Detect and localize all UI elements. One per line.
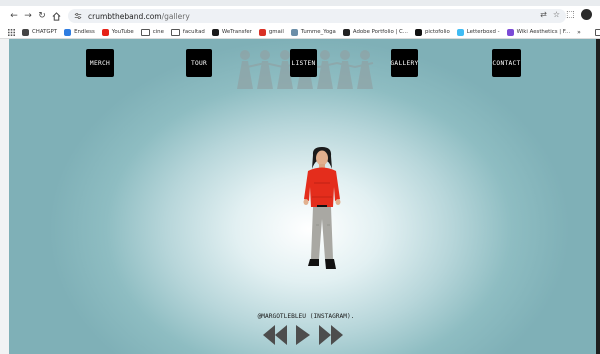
bookmark-label: WeTransfer [221, 29, 252, 35]
bookmark-label: facultad [182, 29, 205, 35]
play-button[interactable] [296, 324, 310, 346]
bookmark-adobe-portfolio-c[interactable]: Adobe Portfolio | C... [342, 28, 408, 36]
next-button[interactable] [319, 324, 343, 346]
chatgpt-icon [22, 28, 29, 36]
bookmark-label: Tumme_Yoga [300, 29, 336, 35]
site-info-button[interactable] [72, 10, 84, 22]
back-button[interactable]: ← [8, 9, 20, 23]
reload-button[interactable]: ↻ [36, 9, 48, 23]
apps-icon[interactable] [8, 28, 15, 36]
url-text: crumbtheband.com/gallery [88, 12, 190, 21]
nav-gallery[interactable]: GALLERY [390, 49, 418, 77]
bookmark-tumme-yoga[interactable]: Tumme_Yoga [290, 28, 336, 36]
bookmark-label: cine [152, 29, 164, 35]
bookmark-label: Adobe Portfolio | C... [352, 29, 408, 35]
fast-forward-icon [319, 325, 343, 345]
bookmark-youtube[interactable]: YouTube [101, 28, 134, 36]
bookmark-label: Wiki Aesthetics | F... [516, 29, 571, 35]
bookmark-label: Endless [74, 29, 95, 35]
bookmark-label: CHATGPT [32, 29, 58, 35]
bookmark-pictofolio[interactable]: pictofolio [414, 28, 450, 36]
page-left-edge [0, 39, 9, 354]
youtube-icon [101, 28, 109, 36]
profile-avatar[interactable] [580, 9, 592, 20]
nav-merch[interactable]: MERCH [86, 49, 114, 77]
bookmark-label: Letterboxd - [466, 29, 500, 35]
wetransfer-icon [211, 28, 219, 36]
play-icon [296, 325, 310, 345]
bookmark-label: gmail [268, 29, 284, 35]
nav-listen[interactable]: LISTEN [290, 49, 317, 77]
address-bar[interactable]: crumbtheband.com/gallery ⇄ ☆ [68, 9, 566, 23]
tumme-yoga-icon [290, 28, 298, 36]
gmail-icon [258, 28, 266, 36]
adobe-portfolio-icon [342, 28, 350, 36]
reload-icon: ↻ [38, 11, 46, 21]
photo-credit: @MARGOTLEBLEU (INSTAGRAM). [257, 313, 355, 320]
wiki-aesthetics-icon [506, 28, 514, 36]
translate-icon[interactable]: ⇄ [540, 10, 547, 19]
bookmark-label: YouTube [111, 29, 134, 35]
folder-icon [594, 28, 600, 36]
url-host: crumbtheband.com [88, 11, 162, 21]
arrow-right-icon: → [24, 11, 32, 21]
bookmark-gmail[interactable]: gmail [258, 28, 284, 36]
gallery-photo-person [303, 147, 341, 269]
gallery-controls [263, 324, 343, 346]
bookmark-star-icon[interactable]: ☆ [553, 10, 560, 19]
bookmark-endless[interactable]: Endless [64, 28, 95, 36]
letterboxd-icon [456, 28, 464, 36]
site-settings-icon [74, 13, 82, 19]
browser-toolbar: ← → ↻ crumbtheband.com/gallery ⇄ ☆ ⬚ ⋮ [0, 6, 600, 26]
bookmarks-overflow-button[interactable]: » [577, 29, 581, 36]
folder-icon [170, 28, 180, 36]
bookmark-label: pictofolio [424, 29, 450, 35]
pictofolio-icon [414, 28, 422, 36]
forward-button[interactable]: → [22, 9, 34, 23]
page-scrollbar[interactable] [596, 39, 600, 354]
bookmark-letterboxd[interactable]: Letterboxd - [456, 28, 500, 36]
folder-icon [140, 28, 150, 36]
nav-contact[interactable]: CONTACT [492, 49, 521, 77]
endless-icon [64, 28, 72, 36]
arrow-left-icon: ← [10, 11, 18, 21]
bookmark-wetransfer[interactable]: WeTransfer [211, 28, 252, 36]
home-button[interactable] [50, 9, 62, 23]
url-path: /gallery [161, 11, 190, 21]
bookmark-cine[interactable]: cine [140, 28, 164, 36]
bookmark-chatgpt[interactable]: CHATGPT [22, 28, 58, 36]
home-icon [52, 11, 60, 21]
bookmark-facultad[interactable]: facultad [170, 28, 205, 36]
bookmark-wiki-aesthetics-f[interactable]: Wiki Aesthetics | F... [506, 28, 571, 36]
band-website: MERCH TOUR LISTEN GALLERY CONTACT @MARGO… [9, 39, 596, 354]
extensions-icon[interactable]: ⬚ [566, 10, 575, 20]
all-bookmarks-folder[interactable]: Todos los favoritos [594, 28, 600, 36]
previous-button[interactable] [263, 324, 287, 346]
bookmarks-bar: CHATGPT Endless YouTube cine facultad WeTrans… [0, 26, 600, 39]
nav-tour[interactable]: TOUR [186, 49, 212, 77]
rewind-icon [263, 325, 287, 345]
